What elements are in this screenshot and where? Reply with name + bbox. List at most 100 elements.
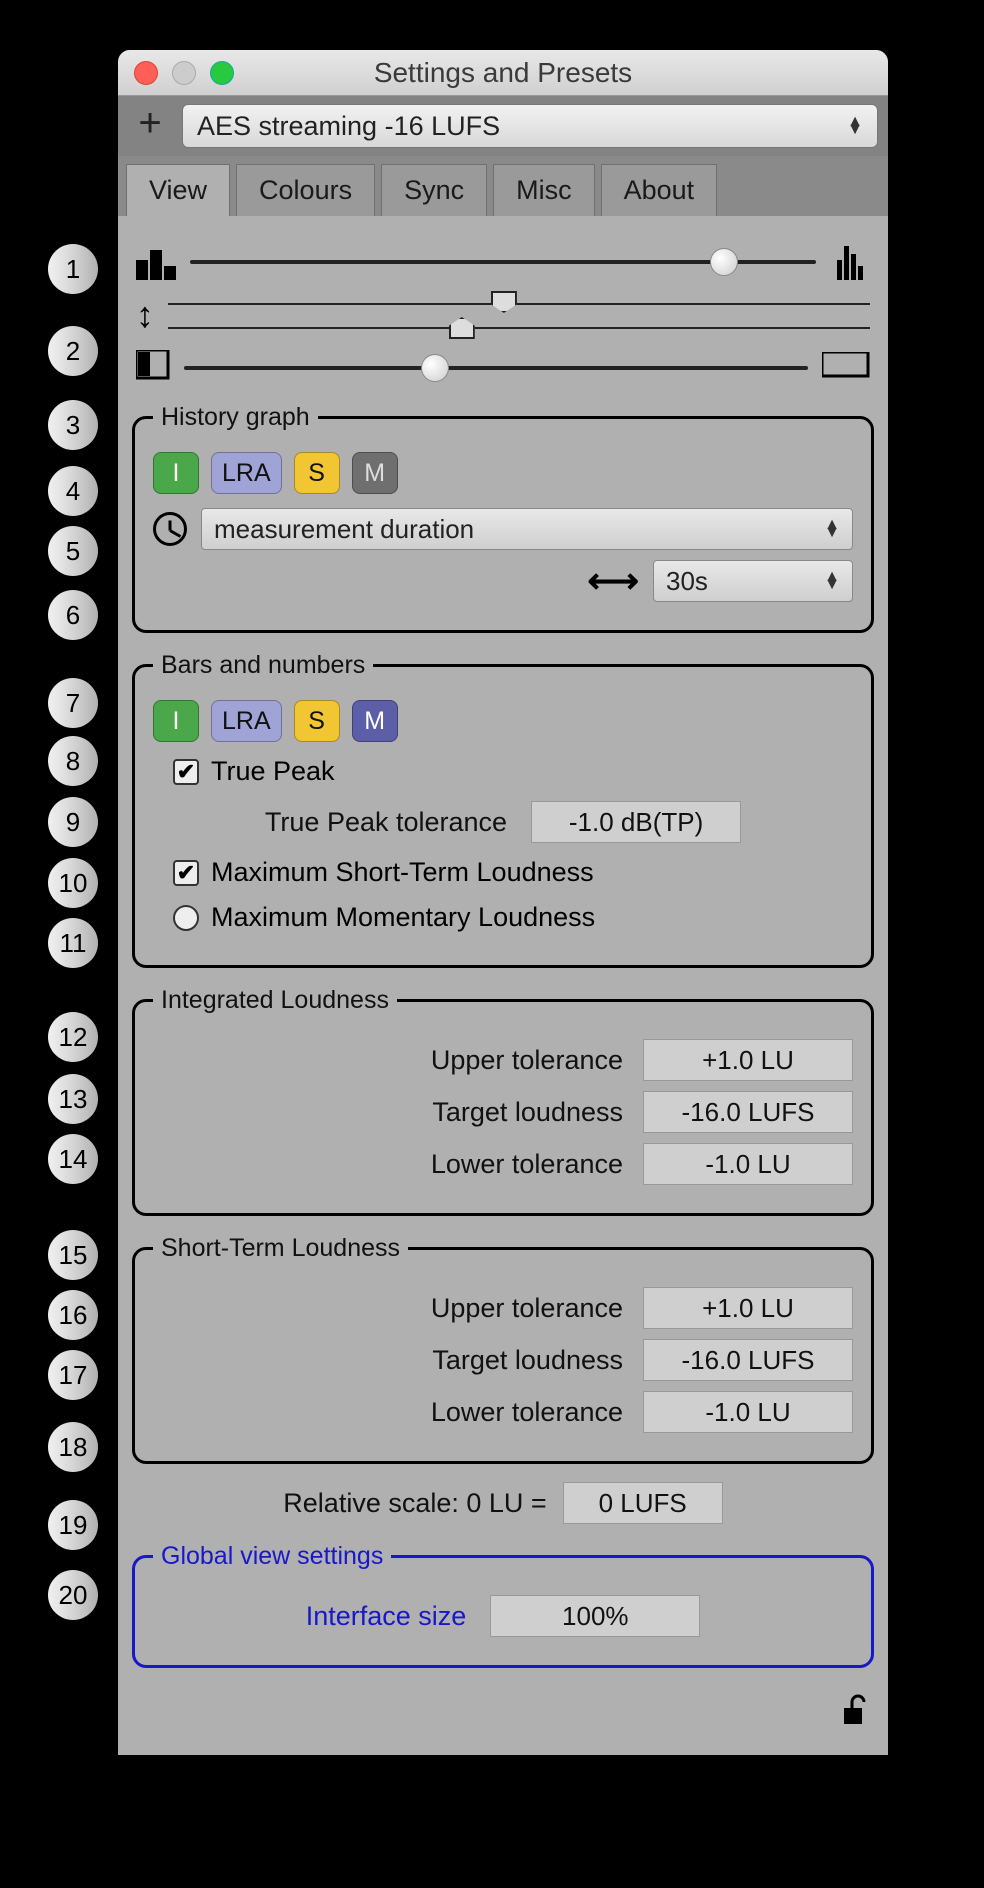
bars-numbers-legend: Bars and numbers <box>153 651 373 680</box>
integrated-legend: Integrated Loudness <box>153 986 397 1015</box>
annotation-badge-1: 1 <box>48 244 98 294</box>
max-short-checkbox-row: ✔ Maximum Short-Term Loudness <box>173 857 833 888</box>
true-peak-checkbox-row: ✔ True Peak <box>173 756 833 787</box>
interface-size-label: Interface size <box>306 1601 467 1632</box>
max-short-label: Maximum Short-Term Loudness <box>211 857 594 888</box>
range-select-row: ⟷ 30s ▲▼ <box>153 560 853 602</box>
global-view-group: Global view settings Interface size 100% <box>132 1542 874 1668</box>
chip-m[interactable]: M <box>352 452 398 494</box>
max-momentary-radio-row: Maximum Momentary Loudness <box>173 902 833 933</box>
bar-width-slider[interactable] <box>190 260 816 264</box>
add-preset-button[interactable]: + <box>128 104 172 148</box>
thin-bars-icon <box>830 244 870 280</box>
annotation-badge-20: 20 <box>48 1570 98 1620</box>
short-upper-value[interactable]: +1.0 LU <box>643 1287 853 1329</box>
annotation-badge-14: 14 <box>48 1134 98 1184</box>
short-lower-label: Lower tolerance <box>431 1397 623 1428</box>
tab-view[interactable]: View <box>126 164 230 216</box>
integrated-upper-row: Upper tolerance +1.0 LU <box>153 1039 853 1081</box>
max-momentary-radio[interactable] <box>173 905 199 931</box>
interface-size-value[interactable]: 100% <box>490 1595 700 1637</box>
history-graph-group: History graph I LRA S M measurement dura… <box>132 403 874 633</box>
preset-selected-label: AES streaming -16 LUFS <box>197 111 500 142</box>
relative-scale-value[interactable]: 0 LUFS <box>563 1482 723 1524</box>
tab-sync[interactable]: Sync <box>381 164 487 216</box>
chip-m[interactable]: M <box>352 700 398 742</box>
duration-select-label: measurement duration <box>214 514 474 545</box>
history-graph-legend: History graph <box>153 403 318 432</box>
integrated-loudness-group: Integrated Loudness Upper tolerance +1.0… <box>132 986 874 1216</box>
annotation-badge-5: 5 <box>48 526 98 576</box>
max-short-checkbox[interactable]: ✔ <box>173 860 199 886</box>
annotation-badge-6: 6 <box>48 590 98 640</box>
duration-select-row: measurement duration ▲▼ <box>153 508 853 550</box>
chevron-up-down-icon: ▲▼ <box>824 573 840 589</box>
integrated-lower-label: Lower tolerance <box>431 1149 623 1180</box>
chip-lra[interactable]: LRA <box>211 452 282 494</box>
history-chip-row: I LRA S M <box>153 452 853 494</box>
integrated-target-value[interactable]: -16.0 LUFS <box>643 1091 853 1133</box>
integrated-lower-value[interactable]: -1.0 LU <box>643 1143 853 1185</box>
true-peak-label: True Peak <box>211 756 335 787</box>
short-lower-value[interactable]: -1.0 LU <box>643 1391 853 1433</box>
aspect-slider[interactable] <box>184 366 808 370</box>
integrated-target-label: Target loudness <box>432 1097 623 1128</box>
range-double-slider[interactable] <box>168 295 870 335</box>
bars-chip-row: I LRA S M <box>153 700 853 742</box>
tab-misc[interactable]: Misc <box>493 164 595 216</box>
true-peak-tolerance-row: True Peak tolerance -1.0 dB(TP) <box>153 801 853 843</box>
annotation-badge-19: 19 <box>48 1500 98 1550</box>
view-panel: ↕ History graph I LR <box>118 216 888 1755</box>
chevron-up-down-icon: ▲▼ <box>847 118 863 134</box>
relative-scale-label: Relative scale: 0 LU = <box>283 1488 546 1519</box>
wide-rect-icon <box>822 352 870 383</box>
settings-window: Settings and Presets + AES streaming -16… <box>118 50 888 1755</box>
max-momentary-label: Maximum Momentary Loudness <box>211 902 595 933</box>
annotation-badge-13: 13 <box>48 1074 98 1124</box>
chip-s[interactable]: S <box>294 452 340 494</box>
duration-select[interactable]: measurement duration ▲▼ <box>201 508 853 550</box>
annotation-badge-11: 11 <box>48 918 98 968</box>
short-target-label: Target loudness <box>432 1345 623 1376</box>
chip-s[interactable]: S <box>294 700 340 742</box>
annotation-badge-3: 3 <box>48 400 98 450</box>
true-peak-tol-value[interactable]: -1.0 dB(TP) <box>531 801 741 843</box>
true-peak-checkbox[interactable]: ✔ <box>173 759 199 785</box>
tab-bar: View Colours Sync Misc About <box>118 156 888 216</box>
annotation-badge-2: 2 <box>48 326 98 376</box>
chip-i[interactable]: I <box>153 452 199 494</box>
chevron-up-down-icon: ▲▼ <box>824 521 840 537</box>
annotation-badge-17: 17 <box>48 1350 98 1400</box>
short-lower-row: Lower tolerance -1.0 LU <box>153 1391 853 1433</box>
integrated-lower-row: Lower tolerance -1.0 LU <box>153 1143 853 1185</box>
chip-i[interactable]: I <box>153 700 199 742</box>
integrated-upper-value[interactable]: +1.0 LU <box>643 1039 853 1081</box>
preset-select[interactable]: AES streaming -16 LUFS ▲▼ <box>182 104 878 148</box>
short-target-value[interactable]: -16.0 LUFS <box>643 1339 853 1381</box>
chip-lra[interactable]: LRA <box>211 700 282 742</box>
short-upper-row: Upper tolerance +1.0 LU <box>153 1287 853 1329</box>
window-title: Settings and Presets <box>118 57 888 89</box>
annotation-badge-10: 10 <box>48 858 98 908</box>
clock-icon <box>153 512 187 546</box>
vertical-arrows-icon: ↕ <box>136 294 154 336</box>
unlock-icon[interactable] <box>838 1692 868 1735</box>
annotation-badge-18: 18 <box>48 1422 98 1472</box>
integrated-upper-label: Upper tolerance <box>431 1045 623 1076</box>
range-select[interactable]: 30s ▲▼ <box>653 560 853 602</box>
interface-size-row: Interface size 100% <box>153 1595 853 1637</box>
integrated-target-row: Target loudness -16.0 LUFS <box>153 1091 853 1133</box>
annotation-badge-16: 16 <box>48 1290 98 1340</box>
tab-colours[interactable]: Colours <box>236 164 375 216</box>
tab-about[interactable]: About <box>601 164 718 216</box>
horizontal-arrows-icon: ⟷ <box>587 560 639 602</box>
short-term-loudness-group: Short-Term Loudness Upper tolerance +1.0… <box>132 1234 874 1464</box>
true-peak-tol-label: True Peak tolerance <box>265 807 507 838</box>
annotation-badge-9: 9 <box>48 797 98 847</box>
relative-scale-row: Relative scale: 0 LU = 0 LUFS <box>132 1482 874 1524</box>
short-target-row: Target loudness -16.0 LUFS <box>153 1339 853 1381</box>
wide-bars-icon <box>136 244 176 280</box>
short-upper-label: Upper tolerance <box>431 1293 623 1324</box>
annotation-badge-15: 15 <box>48 1230 98 1280</box>
bars-numbers-group: Bars and numbers I LRA S M ✔ True Peak T… <box>132 651 874 968</box>
